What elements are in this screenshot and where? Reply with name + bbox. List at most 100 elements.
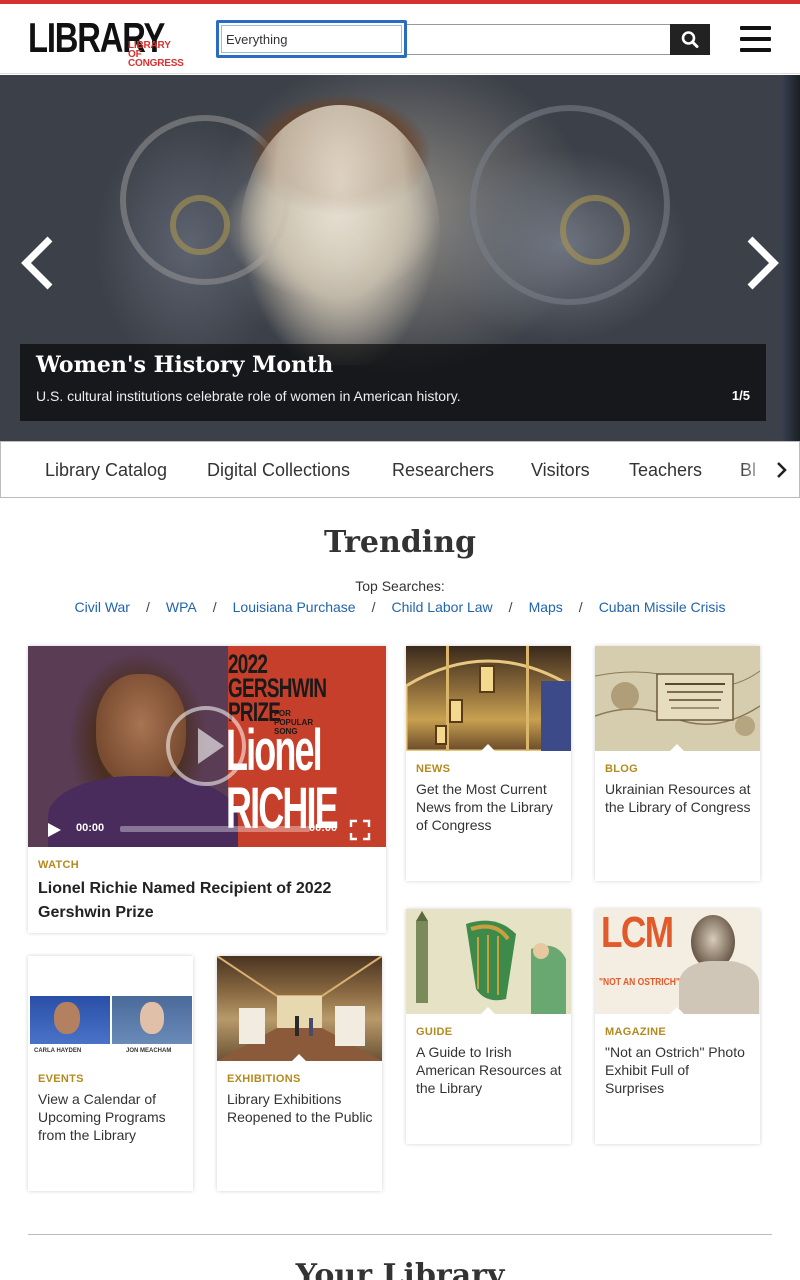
video-duration: 00:00	[309, 822, 338, 834]
play-button[interactable]	[166, 706, 246, 786]
thumb-notch	[103, 1054, 117, 1061]
carousel-next-button[interactable]	[742, 233, 782, 293]
hero-carousel: Women's History Month U.S. cultural inst…	[0, 75, 800, 441]
blog-card[interactable]: BLOG Ukrainian Resources at the Library …	[595, 646, 760, 881]
video-controls: 00:00 00:00	[28, 814, 386, 847]
exhibitions-thumbnail	[217, 956, 382, 1061]
hero-photo-woman	[240, 105, 440, 365]
magazine-thumbnail: LCM "NOT AN OSTRICH"	[595, 909, 760, 1014]
card-category: NEWS	[416, 763, 451, 775]
search-scope-value: Everything	[226, 32, 288, 47]
hero-machine-ring	[560, 195, 630, 265]
video-current-time: 00:00	[76, 822, 105, 834]
hero-title[interactable]: Women's History Month	[36, 352, 333, 378]
card-category: GUIDE	[416, 1026, 453, 1038]
video-progress-bar[interactable]	[120, 826, 310, 832]
carousel-prev-button[interactable]	[18, 233, 58, 293]
card-title[interactable]: View a Calendar of Upcoming Programs fro…	[38, 1090, 185, 1144]
events-name-1: CARLA HAYDEN	[34, 1048, 82, 1054]
exhibitions-card[interactable]: EXHIBITIONS Library Exhibitions Reopened…	[217, 956, 382, 1191]
thumb-notch	[481, 1007, 495, 1014]
play-icon	[198, 728, 224, 764]
card-category: BLOG	[605, 763, 638, 775]
your-library-heading: Your Library	[295, 1258, 505, 1280]
thumb-notch	[670, 744, 684, 751]
events-video-right	[112, 996, 192, 1044]
chevron-right-icon	[777, 462, 787, 478]
top-searches-label: Top Searches:	[355, 578, 445, 594]
search-icon	[681, 31, 699, 48]
thumb-notch	[670, 1007, 684, 1014]
separator: /	[578, 599, 583, 615]
audience-nav: Library Catalog Digital Collections Rese…	[0, 441, 800, 498]
top-searches-links: Civil War / WPA / Louisiana Purchase / Child L…	[0, 599, 800, 615]
card-title[interactable]: Ukrainian Resources at the Library of Co…	[605, 780, 752, 816]
card-category: WATCH	[38, 859, 80, 871]
top-search-link[interactable]: Child Labor Law	[392, 599, 493, 615]
ukraine-map-illustration	[595, 646, 760, 751]
top-search-link[interactable]: WPA	[166, 599, 197, 615]
nav-tab-library-catalog[interactable]: Library Catalog	[45, 460, 167, 481]
magazine-logo: LCM	[601, 909, 674, 957]
search-input[interactable]	[407, 24, 671, 55]
logo-subtitle-line2: OF CONGRESS	[128, 49, 184, 69]
card-title[interactable]: Lionel Richie Named Recipient of 2022 Ge…	[38, 877, 378, 925]
separator: /	[508, 599, 513, 615]
fullscreen-icon[interactable]	[349, 819, 371, 841]
card-category: EVENTS	[38, 1073, 84, 1085]
section-divider	[28, 1234, 772, 1235]
guide-card[interactable]: GUIDE A Guide to Irish American Resource…	[406, 909, 571, 1144]
events-thumbnail: CARLA HAYDEN JON MEACHAM	[28, 956, 193, 1061]
news-card[interactable]: NEWS Get the Most Current News from the …	[406, 646, 571, 881]
card-title[interactable]: Library Exhibitions Reopened to the Publ…	[227, 1090, 374, 1126]
separator: /	[212, 599, 217, 615]
nav-tab-visitors[interactable]: Visitors	[531, 460, 590, 481]
hero-caption[interactable]: Women's History Month U.S. cultural inst…	[20, 344, 766, 421]
play-small-icon[interactable]	[46, 822, 62, 838]
great-hall-illustration	[406, 646, 571, 751]
hero-machine-ring	[170, 195, 230, 255]
slide-counter: 1/5	[731, 388, 750, 403]
card-title[interactable]: "Not an Ostrich" Photo Exhibit Full of S…	[605, 1043, 752, 1097]
video-player[interactable]: 2022 GERSHWIN PRIZE FOR POPULAR SONG Lio…	[28, 646, 386, 847]
guide-thumbnail	[406, 909, 571, 1014]
nav-tab-researchers[interactable]: Researchers	[392, 460, 494, 481]
nav-scroll-right-button[interactable]	[775, 461, 789, 479]
hero-description: U.S. cultural institutions celebrate rol…	[36, 388, 461, 404]
magazine-card[interactable]: LCM "NOT AN OSTRICH" MAGAZINE "Not an Os…	[595, 909, 760, 1144]
magazine-cover-tag: "NOT AN OSTRICH"	[599, 977, 680, 988]
thumb-notch	[292, 1054, 306, 1061]
nav-tab-digital-collections[interactable]: Digital Collections	[207, 460, 350, 481]
card-category: MAGAZINE	[605, 1026, 667, 1038]
library-of-congress-logo[interactable]: LIBRARY LIBRARY OF CONGRESS	[28, 16, 190, 69]
top-search-link[interactable]: Maps	[529, 599, 563, 615]
nav-tab-teachers[interactable]: Teachers	[629, 460, 702, 481]
blog-thumbnail	[595, 646, 760, 751]
news-thumbnail	[406, 646, 571, 751]
trending-heading: Trending	[323, 525, 476, 560]
magazine-portrait-ostrich	[679, 961, 759, 1014]
logo-subtitle: LIBRARY OF CONGRESS	[128, 41, 190, 69]
card-category: EXHIBITIONS	[227, 1073, 301, 1085]
card-title[interactable]: Get the Most Current News from the Libra…	[416, 780, 563, 834]
chevron-right-icon	[747, 236, 779, 290]
events-video-left	[30, 996, 110, 1044]
separator: /	[371, 599, 376, 615]
exhibition-hall-illustration	[217, 956, 382, 1061]
search-button[interactable]	[670, 24, 710, 55]
menu-icon[interactable]	[740, 26, 771, 52]
thumb-notch	[481, 744, 495, 751]
top-search-link[interactable]: Louisiana Purchase	[233, 599, 356, 615]
events-name-2: JON MEACHAM	[126, 1048, 172, 1054]
card-title[interactable]: A Guide to Irish American Resources at t…	[416, 1043, 563, 1097]
chevron-left-icon	[21, 236, 53, 290]
top-search-link[interactable]: Cuban Missile Crisis	[599, 599, 726, 615]
events-card[interactable]: CARLA HAYDEN JON MEACHAM EVENTS View a C…	[28, 956, 193, 1191]
video-card[interactable]: 2022 GERSHWIN PRIZE FOR POPULAR SONG Lio…	[28, 646, 386, 933]
separator: /	[145, 599, 150, 615]
irish-harp-illustration	[406, 909, 571, 1014]
site-header: LIBRARY LIBRARY OF CONGRESS Everything	[0, 4, 800, 74]
search-scope-select[interactable]: Everything	[216, 20, 407, 58]
nav-fade	[739, 442, 799, 497]
top-search-link[interactable]: Civil War	[75, 599, 130, 615]
